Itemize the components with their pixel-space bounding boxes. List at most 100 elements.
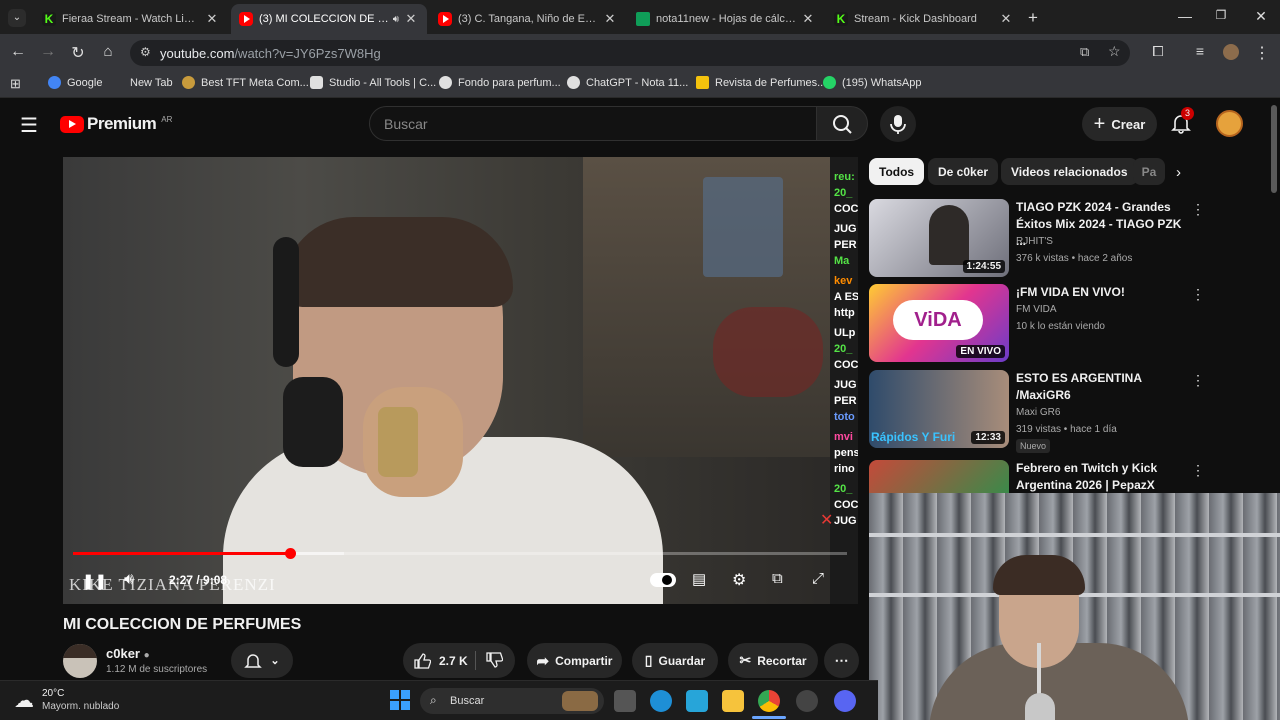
windows-start-icon[interactable] [390,690,410,710]
dislike-button[interactable] [485,651,504,672]
close-icon[interactable]: ✕ [998,11,1014,27]
recommendation-item[interactable]: 1:24:55 TIAGO PZK 2024 - Grandes Éxitos … [869,199,1269,279]
minimize-icon[interactable]: — [1170,8,1200,24]
tab-fieraa-stream[interactable]: K Fieraa Stream - Watch Live on K ✕ [34,4,228,34]
clip-button[interactable]: ✂ Recortar [728,643,818,678]
recommendation-title[interactable]: ¡FM VIDA EN VIVO! [1016,284,1186,301]
back-icon[interactable]: ← [8,43,28,61]
bookmark-chatgpt[interactable]: ChatGPT - Nota 11... [567,76,688,89]
bookmark-new-tab[interactable]: New Tab [111,76,173,89]
bookmark-revista-perfumes[interactable]: Revista de Perfumes... [696,76,826,89]
tab-kick-dashboard[interactable]: K Stream - Kick Dashboard ✕ [826,4,1022,34]
bookmark-google[interactable]: Google [48,76,102,89]
chevron-right-icon[interactable]: › [1176,164,1181,181]
youtube-premium-logo[interactable]: Premium AR [60,114,172,134]
hamburger-menu-icon[interactable]: ☰ [20,113,38,138]
channel-avatar[interactable] [63,644,97,678]
like-button[interactable]: 2.7 K [413,652,468,670]
install-app-icon[interactable]: ⧉ [1080,44,1089,60]
restore-icon[interactable]: ❐ [1206,8,1236,22]
search-input[interactable]: Buscar [369,106,817,141]
bookmark-studio[interactable]: Studio - All Tools | C... [310,76,436,89]
chip-de-c0ker[interactable]: De c0ker [928,158,999,185]
recommendation-item[interactable]: ViDA EN VIVO ¡FM VIDA EN VIVO! FM VIDA 1… [869,284,1269,364]
volume-icon[interactable]: 🔊︎ [124,571,134,589]
pause-icon[interactable]: ❚❚ [82,572,107,590]
task-view-icon[interactable] [614,690,636,712]
notifications-button[interactable]: 3 [1170,107,1195,139]
subscribed-button[interactable]: ⌄ [231,643,293,678]
discord-icon[interactable] [834,690,856,712]
settings-gear-icon[interactable]: ⚙ [732,570,746,590]
close-icon[interactable]: ✕ [800,11,816,27]
close-icon[interactable]: ✕ [602,11,618,27]
more-options-icon[interactable]: ⋮ [1191,372,1205,389]
recommendation-channel[interactable]: FM VIDA [1016,304,1057,315]
page-scrollbar[interactable] [1271,105,1277,193]
profile-avatar-icon[interactable] [1223,44,1239,60]
reload-icon[interactable]: ↻ [68,43,88,63]
apps-grid-icon[interactable]: ⊞ [10,76,21,92]
tab-search-icon[interactable]: ⌄ [8,9,26,27]
taskbar-search[interactable]: ⌕ Buscar [420,688,604,714]
close-icon[interactable]: ✕ [204,11,220,27]
weather-condition[interactable]: Mayorm. nublado [42,701,119,712]
address-bar[interactable]: ⚙ youtube.com/watch?v=JY6Pzs7W8Hg ⧉ ☆ [130,40,1130,66]
share-button[interactable]: ➦ Compartir [527,643,622,678]
video-progress-bar[interactable] [73,548,847,559]
edge-icon[interactable] [650,690,672,712]
bookmark-star-icon[interactable]: ☆ [1108,43,1121,60]
media-control-icon[interactable]: ≡ [1190,43,1210,59]
bookmark-fondo-perfumes[interactable]: Fondo para perfum... [439,76,561,89]
extensions-icon[interactable]: ⧠ [1148,43,1168,60]
search-button[interactable] [816,106,868,141]
home-icon[interactable]: ⌂ [98,43,118,60]
recommendation-title[interactable]: ESTO ES ARGENTINA /MaxiGR6 [1016,370,1186,404]
bookmark-whatsapp[interactable]: (195) WhatsApp [823,76,921,89]
more-options-icon[interactable]: ⋮ [1191,462,1205,479]
browser-menu-icon[interactable]: ⋮ [1252,43,1272,63]
bookmark-tft-meta[interactable]: Best TFT Meta Com... [182,76,309,89]
more-options-icon[interactable]: ⋮ [1191,201,1205,218]
tab-c-tangana[interactable]: (3) C. Tangana, Niño de Elche, L ✕ [430,4,626,34]
recommendation-item[interactable]: Febrero en Twitch y Kick Argentina 2026 … [869,460,1269,494]
more-actions-icon[interactable]: ⋯ [824,643,859,678]
video-thumbnail[interactable]: Rápidos Y Furi 12:33 [869,370,1009,448]
subtitles-icon[interactable]: ▤ [692,570,706,588]
video-thumbnail[interactable] [869,460,1009,494]
recommendation-channel[interactable]: RJHIT'S [1016,236,1053,247]
chrome-icon[interactable] [758,690,780,712]
create-button[interactable]: + Crear [1082,107,1157,141]
chip-partial[interactable]: Pa [1133,158,1165,185]
account-avatar[interactable] [1216,110,1243,137]
site-info-icon[interactable]: ⚙ [140,45,151,59]
recommendation-title[interactable]: Febrero en Twitch y Kick Argentina 2026 … [1016,460,1186,494]
chip-videos-relacionados[interactable]: Videos relacionados [1001,158,1138,185]
forward-icon[interactable]: → [38,43,58,61]
save-button[interactable]: ▯ Guardar [632,643,718,678]
recommendation-item[interactable]: Rápidos Y Furi 12:33 ESTO ES ARGENTINA /… [869,370,1269,455]
app-icon[interactable] [686,690,708,712]
miniplayer-icon[interactable]: ⧉ [772,570,783,587]
progress-scrubber[interactable] [284,548,296,559]
weather-temperature[interactable]: 20°C [42,688,64,699]
new-tab-icon[interactable]: + [1028,8,1038,28]
channel-name-row[interactable]: c0ker ● [106,646,150,661]
chip-todos[interactable]: Todos [869,158,925,185]
fullscreen-icon[interactable]: ⤢ [812,570,824,587]
speaker-icon[interactable]: 🔊︎ [393,14,399,25]
weather-cloud-icon[interactable]: ☁ [14,688,34,713]
window-close-icon[interactable]: ✕ [1246,8,1276,25]
video-thumbnail[interactable]: ViDA EN VIVO [869,284,1009,362]
recommendation-channel[interactable]: Maxi GR6 [1016,407,1060,418]
tab-nota11new[interactable]: nota11new - Hojas de cálculo d ✕ [628,4,824,34]
tab-mi-coleccion[interactable]: (3) MI COLECCION DE PERF 🔊︎ ✕ [231,4,427,34]
voice-search-button[interactable] [880,106,916,142]
more-options-icon[interactable]: ⋮ [1191,286,1205,303]
autoplay-toggle[interactable] [650,573,676,587]
video-player[interactable]: KIKE TIZIANA PERENZI [63,157,857,604]
close-icon[interactable]: ✕ [403,11,419,27]
file-explorer-icon[interactable] [722,690,744,712]
obs-icon[interactable] [796,690,818,712]
video-thumbnail[interactable]: 1:24:55 [869,199,1009,277]
